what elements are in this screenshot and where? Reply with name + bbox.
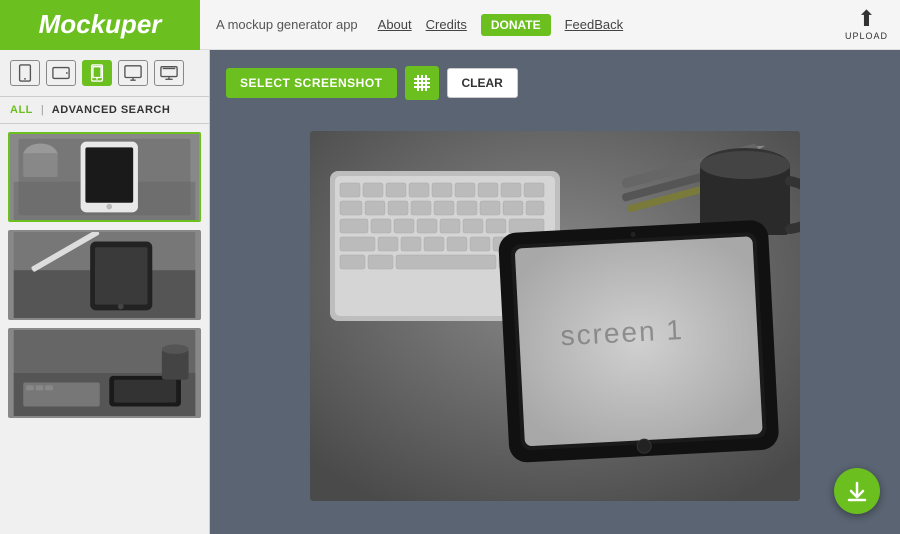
feedback-link[interactable]: FeedBack <box>565 17 624 32</box>
desktop-device-icon[interactable] <box>118 60 148 86</box>
donate-button[interactable]: DONATE <box>481 14 551 36</box>
nav: About Credits DONATE FeedBack <box>378 14 624 36</box>
preview-area: screen 1 <box>226 114 884 518</box>
filter-advanced[interactable]: ADVANCED SEARCH <box>52 104 171 116</box>
main: ALL | ADVANCED SEARCH <box>0 50 900 534</box>
content: SELECT SCREENSHOT CLEAR <box>210 50 900 534</box>
list-item[interactable] <box>8 230 201 320</box>
widescreen-device-icon[interactable] <box>154 60 184 86</box>
tablet-portrait-device-icon[interactable] <box>82 60 112 86</box>
tagline: A mockup generator app <box>216 17 358 32</box>
mockup-preview: screen 1 <box>310 131 800 501</box>
about-link[interactable]: About <box>378 17 412 32</box>
phone-device-icon[interactable] <box>10 60 40 86</box>
list-item[interactable] <box>8 132 201 222</box>
logo-text: Mockuper <box>39 9 162 40</box>
download-fab-button[interactable] <box>834 468 880 514</box>
svg-text:screen 1: screen 1 <box>560 314 685 351</box>
tablet-landscape-device-icon[interactable] <box>46 60 76 86</box>
header: Mockuper A mockup generator app About Cr… <box>0 0 900 50</box>
sidebar: ALL | ADVANCED SEARCH <box>0 50 210 534</box>
upload-label: UPLOAD <box>845 31 888 41</box>
filter-divider: | <box>41 104 44 116</box>
upload-button[interactable]: ⬆ UPLOAD <box>845 8 888 41</box>
upload-arrow-icon: ⬆ <box>857 8 875 30</box>
list-item[interactable] <box>8 328 201 418</box>
device-icons <box>0 50 209 97</box>
upload-icon-area: ⬆ UPLOAD <box>845 8 888 41</box>
clear-button[interactable]: CLEAR <box>447 68 518 98</box>
pattern-button[interactable] <box>405 66 439 100</box>
filter-all[interactable]: ALL <box>10 104 33 116</box>
filter-row: ALL | ADVANCED SEARCH <box>0 97 209 124</box>
logo-area: Mockuper <box>0 0 200 50</box>
credits-link[interactable]: Credits <box>426 17 467 32</box>
select-screenshot-button[interactable]: SELECT SCREENSHOT <box>226 68 397 98</box>
thumbnail-list <box>0 124 209 534</box>
toolbar: SELECT SCREENSHOT CLEAR <box>226 66 884 100</box>
